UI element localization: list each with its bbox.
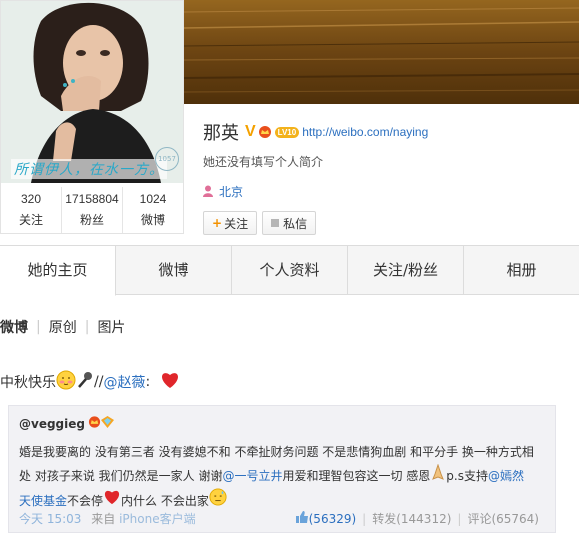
thumbs-up-icon bbox=[295, 510, 309, 527]
source-link[interactable]: iPhone客户端 bbox=[119, 512, 196, 526]
stat-following[interactable]: 320 关注 bbox=[1, 187, 62, 233]
feed-filter: 微博 | 原创 | 图片 bbox=[0, 317, 125, 337]
repost-line-2-ps: p.s支持 bbox=[446, 469, 488, 483]
divider: | bbox=[84, 319, 90, 335]
stat-following-count: 320 bbox=[20, 192, 42, 206]
comment-link[interactable]: 评论(65764) bbox=[467, 510, 539, 527]
avatar-tagline: 所谓伊人，在水一方。 bbox=[11, 159, 167, 179]
plus-icon: + bbox=[212, 216, 223, 230]
location-link[interactable]: 北京 bbox=[219, 183, 243, 200]
profile-card: 所谓伊人，在水一方。 1057 320 关注 17158804 粉丝 1024 … bbox=[0, 0, 184, 234]
post-separator: // bbox=[94, 374, 104, 390]
stat-posts-label: 微博 bbox=[140, 213, 165, 227]
subtab-weibo[interactable]: 微博 bbox=[0, 317, 28, 337]
tab-home[interactable]: 她的主页 bbox=[0, 246, 116, 296]
profile-tabs: 她的主页 微博 个人资料 关注/粉丝 相册 bbox=[0, 245, 579, 296]
source-prefix: 来自 bbox=[91, 512, 116, 526]
location-row: 北京 bbox=[203, 182, 428, 201]
repost-user-row: @veggieg bbox=[19, 416, 114, 431]
divider: | bbox=[36, 319, 41, 335]
repost-line-1: 婚是我要离的 没有第三者 没有婆媳不和 不牵扯财务问题 不是悲情狗血剧 和平分手… bbox=[19, 445, 534, 459]
repost-line-2-mid: 用爱和理智包容这一切 感恩 bbox=[282, 469, 431, 483]
repost-line-2-prefix: 处 对孩子来说 我们仍然是一家人 谢谢 bbox=[19, 469, 223, 483]
profile-name[interactable]: 那英 bbox=[203, 119, 239, 145]
microphone-icon bbox=[76, 371, 94, 393]
tab-album[interactable]: 相册 bbox=[464, 246, 579, 294]
level-badge[interactable]: LV10 bbox=[274, 126, 300, 138]
person-icon bbox=[203, 182, 213, 201]
stat-following-label: 关注 bbox=[18, 213, 43, 227]
divider: | bbox=[457, 511, 462, 526]
subtab-original[interactable]: 原创 bbox=[49, 317, 77, 337]
like-button[interactable]: (56329) bbox=[295, 510, 357, 527]
stat-followers-label: 粉丝 bbox=[79, 213, 104, 227]
mention-link[interactable]: @一号立井 bbox=[222, 464, 282, 488]
post-text-prefix: 中秋快乐 bbox=[0, 375, 56, 391]
repost-card: @veggieg 婚是我要离的 没有第三者 没有婆媳不和 不牵扯财务问题 不是悲… bbox=[8, 405, 556, 533]
crown-icon[interactable] bbox=[88, 416, 101, 431]
name-row: 那英 V LV10 http://weibo.com/naying bbox=[203, 120, 428, 144]
follow-label: 关注 bbox=[224, 216, 249, 231]
blush-emoji-icon bbox=[56, 370, 76, 394]
profile-bio: 她还没有填写个人简介 bbox=[203, 155, 324, 169]
tab-follow-fans[interactable]: 关注/粉丝 bbox=[348, 246, 464, 294]
sweat-emoji-icon bbox=[209, 488, 227, 514]
stat-posts[interactable]: 1024 微博 bbox=[123, 187, 183, 233]
post-text: 中秋快乐 // @赵薇 : bbox=[0, 370, 180, 394]
repost-line-2: 处 对孩子来说 我们仍然是一家人 谢谢 @一号立井 用爱和理智包容这一切 感恩 … bbox=[19, 463, 541, 488]
praying-hands-icon bbox=[430, 463, 446, 488]
repost-body: 婚是我要离的 没有第三者 没有婆媳不和 不牵扯财务问题 不是悲情狗血剧 和平分手… bbox=[19, 440, 541, 514]
cover-banner bbox=[184, 0, 579, 104]
profile-info: 那英 V LV10 http://weibo.com/naying 她还没有填写… bbox=[203, 120, 428, 235]
message-icon bbox=[271, 219, 280, 227]
forward-link[interactable]: 转发(144312) bbox=[372, 510, 451, 527]
stat-followers[interactable]: 17158804 粉丝 bbox=[62, 187, 123, 233]
mention-link[interactable]: @嫣然 bbox=[488, 464, 524, 488]
message-label: 私信 bbox=[283, 216, 308, 231]
heart-icon bbox=[160, 371, 180, 393]
post-time-link[interactable]: 今天 15:03 bbox=[19, 512, 81, 526]
stat-followers-count: 17158804 bbox=[65, 192, 119, 206]
profile-stats: 320 关注 17158804 粉丝 1024 微博 bbox=[1, 187, 183, 233]
tab-profile-info[interactable]: 个人资料 bbox=[232, 246, 348, 294]
crown-icon[interactable] bbox=[258, 123, 272, 142]
avatar[interactable]: 所谓伊人，在水一方。 1057 bbox=[1, 1, 183, 183]
post-colon: : bbox=[145, 374, 151, 390]
mention-link[interactable]: @赵薇 bbox=[103, 372, 145, 392]
avatar-seal: 1057 bbox=[155, 147, 179, 171]
repost-actions: (56329) | 转发(144312) | 评论(65764) bbox=[295, 510, 539, 527]
verified-badge[interactable]: V bbox=[245, 123, 256, 141]
cover-banner-image bbox=[184, 0, 579, 104]
like-count: (56329) bbox=[308, 511, 357, 526]
subtab-images[interactable]: 图片 bbox=[97, 317, 125, 337]
tab-weibo[interactable]: 微博 bbox=[116, 246, 232, 294]
action-buttons: + 关注 私信 bbox=[203, 211, 428, 235]
vip-badge-icon[interactable] bbox=[100, 416, 114, 431]
message-button[interactable]: 私信 bbox=[262, 211, 317, 235]
divider: | bbox=[362, 511, 367, 526]
repost-username[interactable]: @veggieg bbox=[19, 417, 85, 431]
repost-meta: 今天 15:03 来自 iPhone客户端 bbox=[19, 510, 196, 527]
stat-posts-count: 1024 bbox=[139, 192, 167, 206]
follow-button[interactable]: + 关注 bbox=[203, 211, 258, 235]
profile-url-link[interactable]: http://weibo.com/naying bbox=[302, 125, 428, 139]
